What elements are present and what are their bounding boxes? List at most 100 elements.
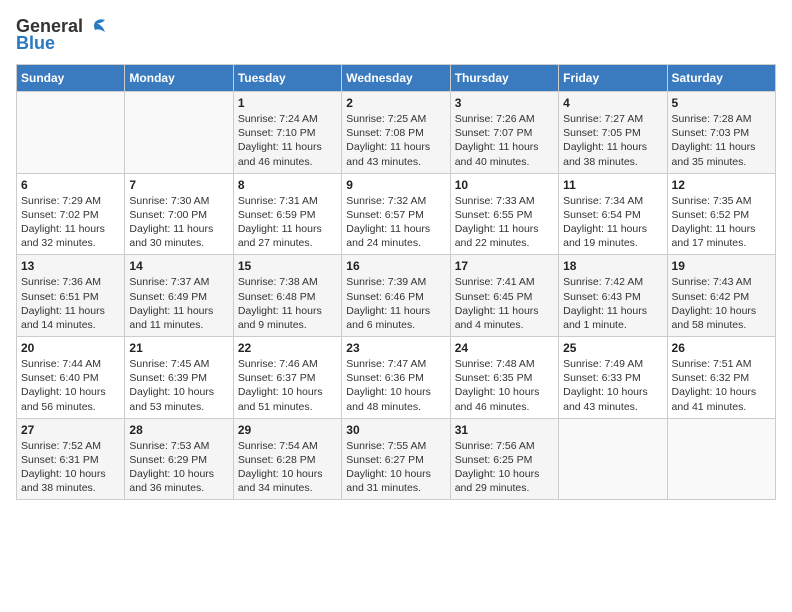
- weekday-header-monday: Monday: [125, 65, 233, 92]
- day-info: Sunrise: 7:36 AMSunset: 6:51 PMDaylight:…: [21, 275, 120, 332]
- day-number: 20: [21, 341, 120, 355]
- weekday-header-thursday: Thursday: [450, 65, 558, 92]
- day-info: Sunrise: 7:48 AMSunset: 6:35 PMDaylight:…: [455, 357, 554, 414]
- calendar-cell: 9 Sunrise: 7:32 AMSunset: 6:57 PMDaylight…: [342, 173, 450, 255]
- calendar-cell: 7 Sunrise: 7:30 AMSunset: 7:00 PMDaylight…: [125, 173, 233, 255]
- day-number: 22: [238, 341, 337, 355]
- calendar-cell: [17, 92, 125, 174]
- day-number: 12: [672, 178, 771, 192]
- calendar-cell: 3 Sunrise: 7:26 AMSunset: 7:07 PMDaylight…: [450, 92, 558, 174]
- day-number: 29: [238, 423, 337, 437]
- day-number: 13: [21, 259, 120, 273]
- calendar-week-row: 6 Sunrise: 7:29 AMSunset: 7:02 PMDaylight…: [17, 173, 776, 255]
- day-number: 2: [346, 96, 445, 110]
- day-number: 16: [346, 259, 445, 273]
- calendar-cell: 30Sunrise: 7:55 AMSunset: 6:27 PMDayligh…: [342, 418, 450, 500]
- day-info: Sunrise: 7:46 AMSunset: 6:37 PMDaylight:…: [238, 357, 337, 414]
- day-info: Sunrise: 7:43 AMSunset: 6:42 PMDaylight:…: [672, 275, 771, 332]
- calendar-cell: 26Sunrise: 7:51 AMSunset: 6:32 PMDayligh…: [667, 337, 775, 419]
- day-info: Sunrise: 7:44 AMSunset: 6:40 PMDaylight:…: [21, 357, 120, 414]
- calendar-cell: 17 Sunrise: 7:41 AMSunset: 6:45 PMDayligh…: [450, 255, 558, 337]
- weekday-header-sunday: Sunday: [17, 65, 125, 92]
- calendar-cell: 11 Sunrise: 7:34 AMSunset: 6:54 PMDayligh…: [559, 173, 667, 255]
- day-number: 15: [238, 259, 337, 273]
- day-info: Sunrise: 7:30 AMSunset: 7:00 PMDaylight:…: [129, 194, 228, 251]
- day-number: 31: [455, 423, 554, 437]
- day-number: 21: [129, 341, 228, 355]
- calendar-cell: 25 Sunrise: 7:49 AMSunset: 6:33 PMDayligh…: [559, 337, 667, 419]
- calendar-cell: 13 Sunrise: 7:36 AMSunset: 6:51 PMDayligh…: [17, 255, 125, 337]
- day-number: 25: [563, 341, 662, 355]
- day-info: Sunrise: 7:39 AMSunset: 6:46 PMDaylight:…: [346, 275, 445, 332]
- calendar-cell: 31 Sunrise: 7:56 AMSunset: 6:25 PMDayligh…: [450, 418, 558, 500]
- day-info: Sunrise: 7:34 AMSunset: 6:54 PMDaylight:…: [563, 194, 662, 251]
- calendar-table: SundayMondayTuesdayWednesdayThursdayFrid…: [16, 64, 776, 500]
- logo-blue: Blue: [16, 33, 55, 54]
- day-info: Sunrise: 7:53 AMSunset: 6:29 PMDaylight:…: [129, 439, 228, 496]
- calendar-cell: 28 Sunrise: 7:53 AMSunset: 6:29 PMDayligh…: [125, 418, 233, 500]
- day-info: Sunrise: 7:38 AMSunset: 6:48 PMDaylight:…: [238, 275, 337, 332]
- calendar-cell: 27 Sunrise: 7:52 AMSunset: 6:31 PMDayligh…: [17, 418, 125, 500]
- day-number: 3: [455, 96, 554, 110]
- day-info: Sunrise: 7:41 AMSunset: 6:45 PMDaylight:…: [455, 275, 554, 332]
- calendar-cell: 4Sunrise: 7:27 AMSunset: 7:05 PMDaylight…: [559, 92, 667, 174]
- weekday-header-friday: Friday: [559, 65, 667, 92]
- calendar-body: 1Sunrise: 7:24 AMSunset: 7:10 PMDaylight…: [17, 92, 776, 500]
- day-number: 9: [346, 178, 445, 192]
- calendar-week-row: 1Sunrise: 7:24 AMSunset: 7:10 PMDaylight…: [17, 92, 776, 174]
- day-number: 27: [21, 423, 120, 437]
- calendar-cell: 14 Sunrise: 7:37 AMSunset: 6:49 PMDayligh…: [125, 255, 233, 337]
- calendar-cell: 6 Sunrise: 7:29 AMSunset: 7:02 PMDaylight…: [17, 173, 125, 255]
- day-info: Sunrise: 7:54 AMSunset: 6:28 PMDaylight:…: [238, 439, 337, 496]
- day-number: 18: [563, 259, 662, 273]
- day-number: 14: [129, 259, 228, 273]
- day-info: Sunrise: 7:52 AMSunset: 6:31 PMDaylight:…: [21, 439, 120, 496]
- calendar-cell: 20 Sunrise: 7:44 AMSunset: 6:40 PMDayligh…: [17, 337, 125, 419]
- day-number: 7: [129, 178, 228, 192]
- calendar-cell: 12 Sunrise: 7:35 AMSunset: 6:52 PMDayligh…: [667, 173, 775, 255]
- calendar-week-row: 20 Sunrise: 7:44 AMSunset: 6:40 PMDayligh…: [17, 337, 776, 419]
- day-info: Sunrise: 7:32 AMSunset: 6:57 PMDaylight:…: [346, 194, 445, 251]
- calendar-cell: [667, 418, 775, 500]
- day-info: Sunrise: 7:25 AMSunset: 7:08 PMDaylight:…: [346, 112, 445, 169]
- day-number: 19: [672, 259, 771, 273]
- calendar-cell: 21Sunrise: 7:45 AMSunset: 6:39 PMDayligh…: [125, 337, 233, 419]
- day-info: Sunrise: 7:42 AMSunset: 6:43 PMDaylight:…: [563, 275, 662, 332]
- calendar-cell: 16 Sunrise: 7:39 AMSunset: 6:46 PMDayligh…: [342, 255, 450, 337]
- day-info: Sunrise: 7:55 AMSunset: 6:27 PMDaylight:…: [346, 439, 445, 496]
- day-number: 28: [129, 423, 228, 437]
- calendar-cell: 10Sunrise: 7:33 AMSunset: 6:55 PMDayligh…: [450, 173, 558, 255]
- day-info: Sunrise: 7:29 AMSunset: 7:02 PMDaylight:…: [21, 194, 120, 251]
- calendar-header: SundayMondayTuesdayWednesdayThursdayFrid…: [17, 65, 776, 92]
- day-info: Sunrise: 7:37 AMSunset: 6:49 PMDaylight:…: [129, 275, 228, 332]
- calendar-cell: 24 Sunrise: 7:48 AMSunset: 6:35 PMDayligh…: [450, 337, 558, 419]
- day-info: Sunrise: 7:56 AMSunset: 6:25 PMDaylight:…: [455, 439, 554, 496]
- day-info: Sunrise: 7:35 AMSunset: 6:52 PMDaylight:…: [672, 194, 771, 251]
- weekday-header-saturday: Saturday: [667, 65, 775, 92]
- day-info: Sunrise: 7:49 AMSunset: 6:33 PMDaylight:…: [563, 357, 662, 414]
- calendar-cell: 1Sunrise: 7:24 AMSunset: 7:10 PMDaylight…: [233, 92, 341, 174]
- page-header: General Blue: [16, 16, 776, 54]
- day-number: 6: [21, 178, 120, 192]
- calendar-cell: 8 Sunrise: 7:31 AMSunset: 6:59 PMDaylight…: [233, 173, 341, 255]
- day-info: Sunrise: 7:47 AMSunset: 6:36 PMDaylight:…: [346, 357, 445, 414]
- day-info: Sunrise: 7:26 AMSunset: 7:07 PMDaylight:…: [455, 112, 554, 169]
- day-number: 5: [672, 96, 771, 110]
- calendar-cell: 19 Sunrise: 7:43 AMSunset: 6:42 PMDayligh…: [667, 255, 775, 337]
- day-number: 1: [238, 96, 337, 110]
- logo-bird-icon: [85, 18, 107, 36]
- calendar-cell: [559, 418, 667, 500]
- day-number: 24: [455, 341, 554, 355]
- day-number: 23: [346, 341, 445, 355]
- day-info: Sunrise: 7:31 AMSunset: 6:59 PMDaylight:…: [238, 194, 337, 251]
- day-info: Sunrise: 7:28 AMSunset: 7:03 PMDaylight:…: [672, 112, 771, 169]
- day-info: Sunrise: 7:51 AMSunset: 6:32 PMDaylight:…: [672, 357, 771, 414]
- day-number: 17: [455, 259, 554, 273]
- weekday-header-row: SundayMondayTuesdayWednesdayThursdayFrid…: [17, 65, 776, 92]
- day-number: 8: [238, 178, 337, 192]
- day-info: Sunrise: 7:33 AMSunset: 6:55 PMDaylight:…: [455, 194, 554, 251]
- day-number: 11: [563, 178, 662, 192]
- calendar-cell: 29 Sunrise: 7:54 AMSunset: 6:28 PMDayligh…: [233, 418, 341, 500]
- weekday-header-wednesday: Wednesday: [342, 65, 450, 92]
- calendar-cell: [125, 92, 233, 174]
